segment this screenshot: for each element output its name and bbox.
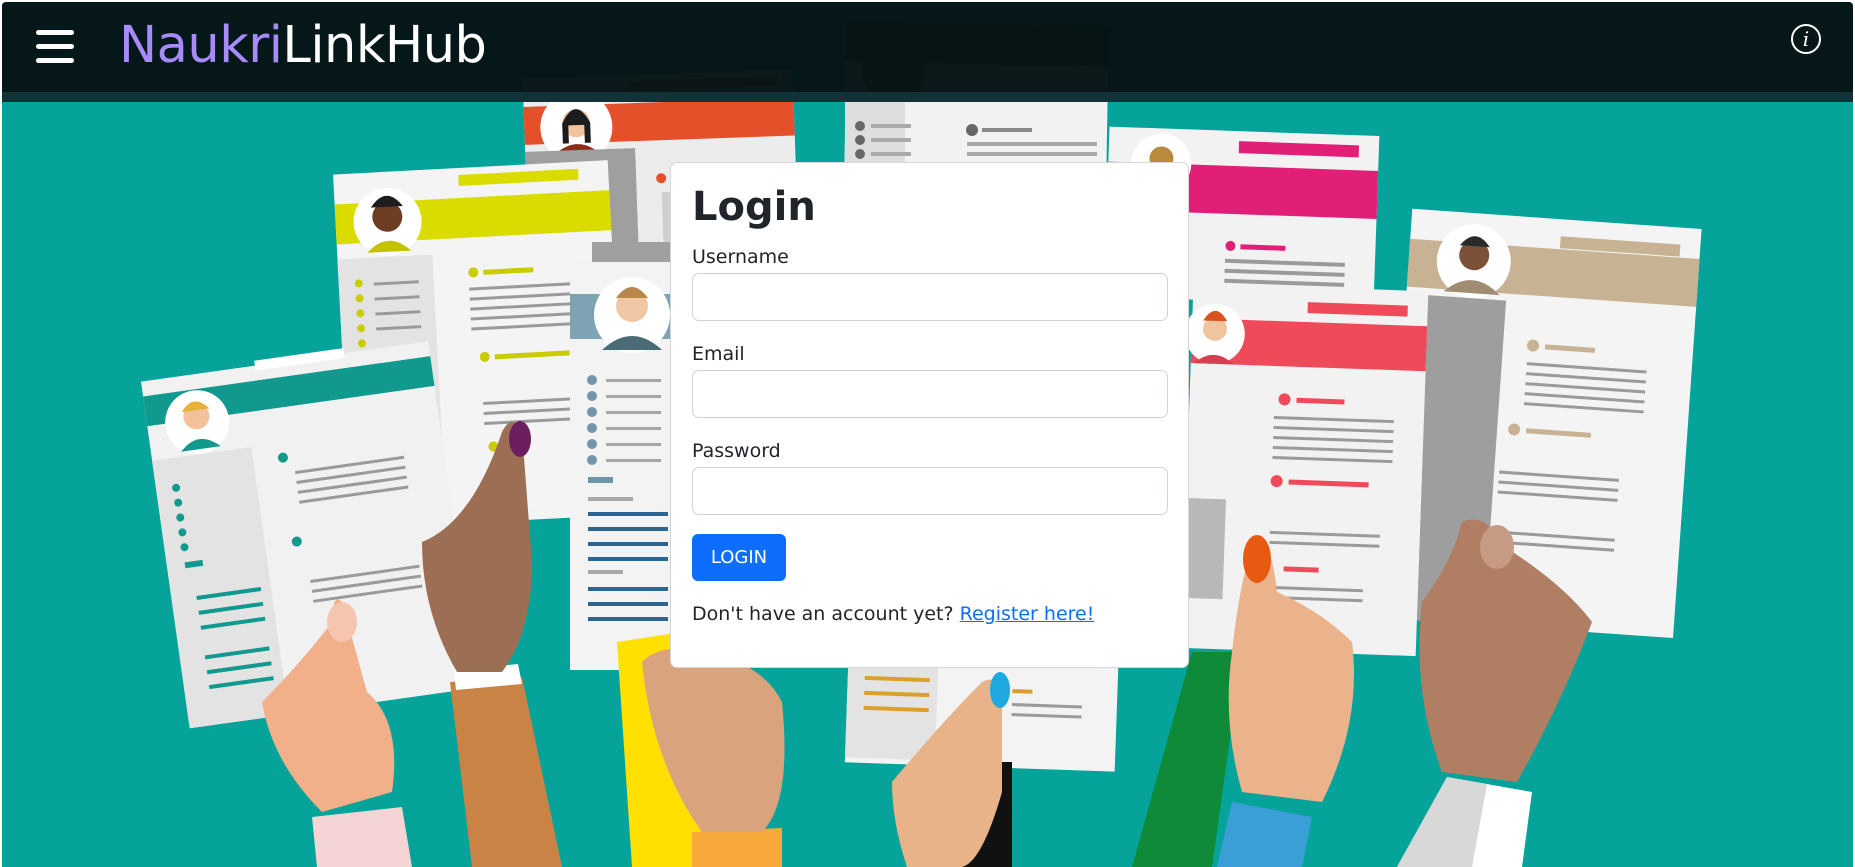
resume-card-red (1180, 283, 1429, 657)
register-prompt-text: Don't have an account yet? (692, 603, 954, 625)
email-label: Email (692, 343, 745, 365)
hamburger-menu-icon[interactable] (36, 30, 74, 66)
brand-logo[interactable]: NaukriLinkHub (119, 14, 487, 78)
info-icon[interactable]: i (1791, 24, 1821, 54)
email-input[interactable] (692, 370, 1168, 418)
brand-part-linkhub: LinkHub (282, 16, 487, 75)
username-input[interactable] (692, 273, 1168, 321)
login-title: Login (692, 184, 816, 230)
register-prompt-line: Don't have an account yet? Register here… (692, 602, 1094, 626)
login-card: Login Username Email Password LOGIN Don'… (670, 162, 1189, 668)
register-link[interactable]: Register here! (960, 603, 1095, 625)
password-input[interactable] (692, 467, 1168, 515)
username-label: Username (692, 246, 789, 268)
login-button[interactable]: LOGIN (692, 534, 786, 581)
top-navbar: NaukriLinkHub i (2, 2, 1853, 102)
brand-part-naukri: Naukri (119, 16, 283, 75)
password-label: Password (692, 440, 781, 462)
app-frame: NaukriLinkHub i Login Username Email Pas… (2, 2, 1853, 867)
